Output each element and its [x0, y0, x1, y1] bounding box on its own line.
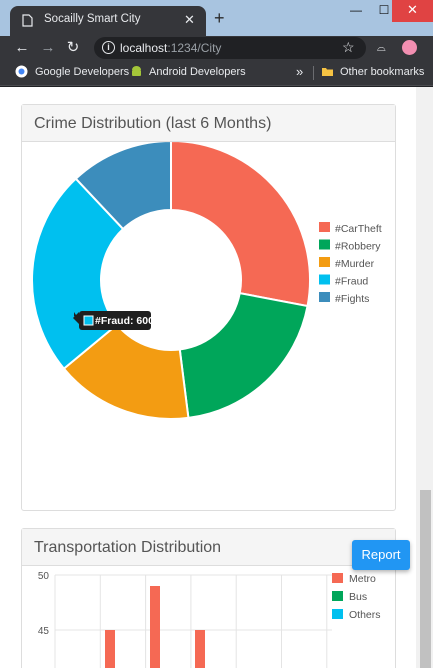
scrollbar[interactable]	[416, 87, 433, 668]
legend-label: #Robbery	[335, 241, 381, 253]
chart-tooltip: #Fraud: 600	[73, 311, 154, 330]
reload-button[interactable]: ↻	[63, 38, 83, 58]
scrollbar-thumb[interactable]	[420, 490, 431, 668]
legend-label: #Murder	[335, 258, 375, 270]
chart-title: Transportation Distribution	[34, 539, 222, 556]
bar-metro[interactable]	[195, 630, 205, 668]
other-bookmarks[interactable]: Other bookmarks	[340, 66, 424, 78]
back-button[interactable]: ←	[12, 38, 32, 58]
tab-title: Socailly Smart City	[44, 13, 141, 25]
profile-avatar[interactable]	[402, 40, 417, 55]
legend-label: Metro	[349, 573, 376, 585]
page-icon	[22, 14, 33, 27]
browser-toolbar: ← → ↻ i localhost:1234/City ☆ ⌓	[0, 36, 433, 60]
new-tab-button[interactable]: +	[214, 8, 225, 28]
legend-swatch	[319, 222, 330, 232]
legend-swatch	[319, 292, 330, 302]
folder-icon	[322, 68, 333, 76]
bookmark-android-developers[interactable]: Android Developers	[149, 66, 246, 78]
legend-label: #Fraud	[335, 276, 368, 288]
transportation-distribution-panel: Transportation Distribution 50 45 Metro Bus…	[21, 528, 396, 668]
bookmarks-overflow-icon[interactable]: »	[296, 64, 303, 79]
crime-distribution-panel: Crime Distribution (last 6 Months) #CarT…	[21, 104, 396, 511]
bookmarks-bar: Google Developers Android Developers » O…	[0, 60, 433, 86]
legend-swatch	[332, 573, 343, 583]
google-developers-icon	[15, 65, 28, 78]
legend-swatch	[319, 239, 330, 250]
page-viewport: Crime Distribution (last 6 Months) #CarT…	[0, 87, 433, 668]
chart-title: Crime Distribution (last 6 Months)	[34, 115, 272, 132]
url-text: localhost:1234/City	[120, 41, 222, 55]
bookmark-star-icon[interactable]: ☆	[342, 39, 355, 56]
legend-label: #CarTheft	[335, 223, 382, 235]
legend-swatch	[332, 609, 343, 619]
close-window-button[interactable]: ✕	[392, 0, 433, 22]
legend-swatch	[319, 257, 330, 267]
title-bar: Socailly Smart City ✕ + — ☐ ✕	[0, 0, 433, 36]
donut-slice-cartheft[interactable]	[170, 142, 311, 308]
legend-swatch	[319, 274, 330, 285]
panel-header: Crime Distribution (last 6 Months)	[22, 105, 395, 142]
minimize-button[interactable]: —	[342, 0, 370, 22]
y-tick-label: 50	[38, 571, 50, 582]
legend-label: Bus	[349, 591, 367, 603]
browser-window: Socailly Smart City ✕ + — ☐ ✕ ← → ↻ i lo…	[0, 0, 433, 668]
report-button[interactable]: Report	[352, 540, 410, 570]
site-info-icon[interactable]: i	[102, 41, 115, 54]
bookmark-google-developers[interactable]: Google Developers	[35, 66, 129, 78]
address-bar[interactable]: i localhost:1234/City ☆	[94, 37, 366, 59]
incognito-icon[interactable]: ⌓	[377, 42, 386, 55]
legend-label: Others	[349, 609, 381, 621]
legend-swatch	[332, 591, 343, 601]
tooltip-text: #Fraud: 600	[95, 315, 154, 327]
panel-header: Transportation Distribution	[22, 529, 395, 566]
crime-donut-chart[interactable]: #CarTheft #Robbery #Murder #Fraud #Fights #Fr…	[22, 142, 395, 510]
legend-label: #Fights	[335, 293, 369, 305]
browser-tab[interactable]: Socailly Smart City ✕	[10, 6, 206, 36]
android-icon	[132, 66, 141, 76]
y-tick-label: 45	[38, 626, 50, 637]
close-tab-icon[interactable]: ✕	[184, 12, 195, 28]
forward-button[interactable]: →	[38, 38, 58, 58]
bar-metro[interactable]	[150, 586, 160, 668]
bookmarks-divider	[313, 66, 314, 80]
donut-slice-robbery[interactable]	[178, 291, 309, 420]
transport-bar-chart[interactable]: 50 45 Metro Bus Others	[22, 566, 395, 668]
bar-metro[interactable]	[105, 630, 115, 668]
